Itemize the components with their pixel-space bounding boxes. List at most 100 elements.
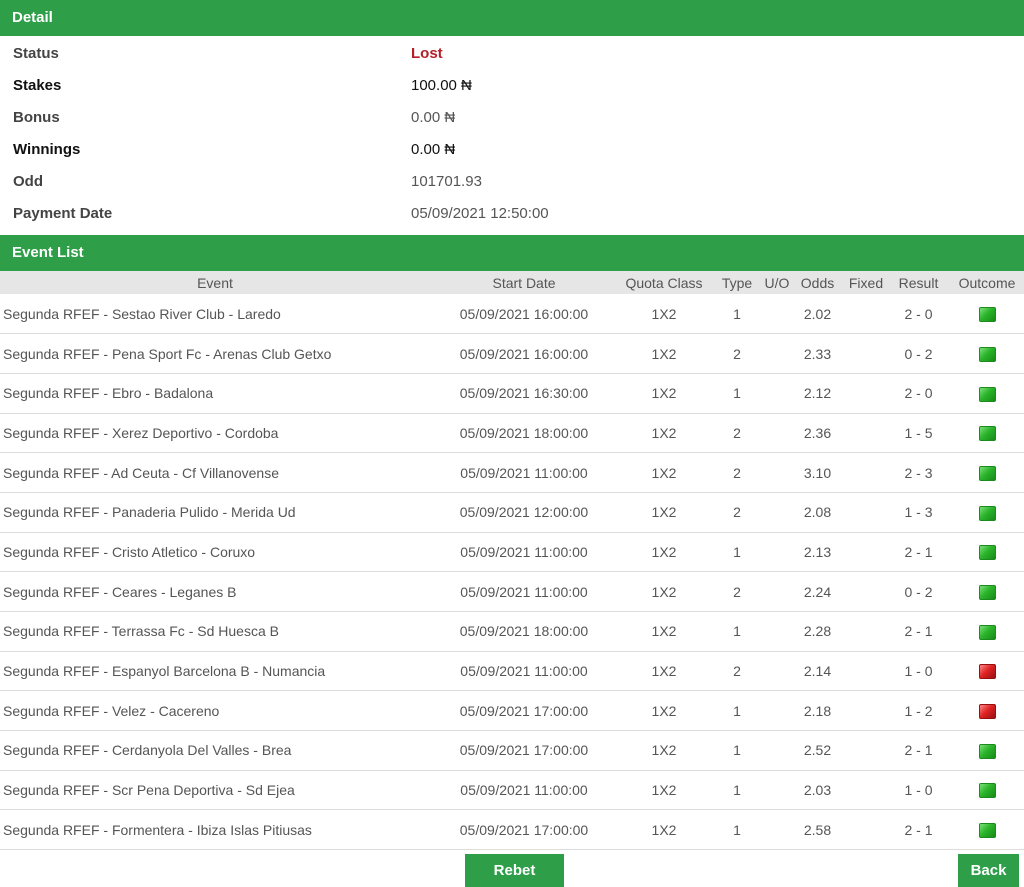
rebet-button[interactable]: Rebet: [465, 854, 564, 887]
detail-label-winnings: Winnings: [13, 140, 81, 158]
uo-cell: [764, 453, 790, 493]
fixed-cell: [845, 453, 887, 493]
result-cell: 2 - 3: [904, 464, 933, 481]
uo-cell: [764, 731, 790, 771]
start-date-cell: 05/09/2021 11:00:00: [460, 543, 588, 560]
result-cell: 2 - 1: [904, 742, 933, 759]
table-row: Segunda RFEF - Scr Pena Deportiva - Sd E…: [0, 770, 1024, 810]
detail-row-bonus: Bonus 0.00 ₦: [0, 101, 1024, 133]
outcome-cell: [950, 810, 1024, 850]
uo-cell: [764, 810, 790, 850]
quota-class-cell: 1X2: [651, 464, 677, 481]
detail-table: Status Lost Stakes 100.00 ₦ Bonus 0.00 ₦…: [0, 37, 1024, 229]
quota-class-cell: 1X2: [651, 782, 677, 799]
uo-cell: [764, 532, 790, 572]
uo-cell: [764, 492, 790, 532]
table-row: Segunda RFEF - Formentera - Ibiza Islas …: [0, 810, 1024, 850]
outcome-loss-icon: [978, 664, 996, 680]
event-list-section: Event List Event Start Date Quota Class …: [0, 235, 1024, 850]
quota-class-cell: 1X2: [651, 583, 677, 600]
outcome-win-icon: [978, 743, 996, 759]
outcome-win-icon: [978, 306, 996, 322]
event-list-header: Event List: [0, 235, 1024, 271]
event-cell: Segunda RFEF - Espanyol Barcelona B - Nu…: [3, 663, 326, 680]
start-date-cell: 05/09/2021 11:00:00: [460, 464, 588, 481]
fixed-cell: [845, 532, 887, 572]
odds-cell: 3.10: [803, 464, 832, 481]
outcome-cell: [950, 373, 1024, 413]
column-header-fixed: Fixed: [848, 274, 884, 291]
type-cell: 1: [733, 782, 741, 799]
uo-cell: [764, 294, 790, 334]
type-cell: 1: [733, 543, 741, 560]
odds-cell: 2.58: [803, 821, 832, 838]
fixed-cell: [845, 334, 887, 374]
table-row: Segunda RFEF - Ceares - Leganes B 05/09/2…: [0, 572, 1024, 612]
event-table-header-row: Event Start Date Quota Class Type U/O Od…: [0, 271, 1024, 294]
event-cell: Segunda RFEF - Panaderia Pulido - Merida…: [3, 504, 296, 521]
payment-date-value: 05/09/2021 12:50:00: [411, 204, 549, 222]
outcome-win-icon: [978, 426, 996, 442]
type-cell: 2: [733, 464, 741, 481]
result-cell: 0 - 2: [904, 345, 933, 362]
table-row: Segunda RFEF - Pena Sport Fc - Arenas Cl…: [0, 334, 1024, 374]
outcome-cell: [950, 651, 1024, 691]
fixed-cell: [845, 373, 887, 413]
start-date-cell: 05/09/2021 17:00:00: [459, 702, 589, 719]
event-cell: Segunda RFEF - Sestao River Club - Lared…: [3, 305, 281, 322]
odds-cell: 2.33: [803, 345, 832, 362]
event-table: Event Start Date Quota Class Type U/O Od…: [0, 271, 1024, 850]
back-button[interactable]: Back: [958, 854, 1019, 887]
table-row: Segunda RFEF - Ebro - Badalona 05/09/2021…: [0, 373, 1024, 414]
column-header-event: Event: [197, 274, 233, 291]
quota-class-cell: 1X2: [651, 543, 677, 560]
table-row: Segunda RFEF - Ad Ceuta - Cf Villanovens…: [0, 453, 1024, 493]
result-cell: 1 - 0: [904, 663, 933, 680]
result-cell: 1 - 5: [904, 424, 933, 441]
outcome-loss-icon: [978, 704, 996, 720]
outcome-cell: [950, 334, 1024, 374]
fixed-cell: [845, 413, 887, 453]
table-row: Segunda RFEF - Terrassa Fc - Sd Huesca B…: [0, 612, 1024, 652]
detail-section: Detail Status Lost Stakes 100.00 ₦ Bonus…: [0, 0, 1024, 235]
odd-value: 101701.93: [411, 172, 482, 190]
outcome-cell: [950, 770, 1024, 810]
start-date-cell: 05/09/2021 17:00:00: [459, 742, 589, 759]
odds-cell: 2.02: [803, 305, 832, 322]
quota-class-cell: 1X2: [651, 623, 677, 640]
start-date-cell: 05/09/2021 17:00:00: [459, 821, 589, 838]
event-cell: Segunda RFEF - Scr Pena Deportiva - Sd E…: [3, 782, 295, 799]
odds-cell: 2.28: [803, 623, 832, 640]
detail-body: Status Lost Stakes 100.00 ₦ Bonus 0.00 ₦…: [0, 36, 1024, 235]
event-cell: Segunda RFEF - Ebro - Badalona: [3, 385, 214, 402]
event-cell: Segunda RFEF - Formentera - Ibiza Islas …: [3, 821, 312, 838]
event-cell: Segunda RFEF - Xerez Deportivo - Cordoba: [3, 424, 279, 441]
outcome-win-icon: [978, 823, 996, 839]
uo-cell: [764, 691, 790, 731]
odds-cell: 2.14: [803, 663, 832, 680]
detail-row-winnings: Winnings 0.00 ₦: [0, 133, 1024, 165]
type-cell: 1: [733, 623, 741, 640]
type-cell: 1: [733, 385, 741, 402]
type-cell: 1: [733, 742, 741, 759]
event-cell: Segunda RFEF - Ceares - Leganes B: [3, 583, 237, 600]
detail-label-odd: Odd: [13, 172, 43, 190]
odds-cell: 2.52: [803, 742, 832, 759]
uo-cell: [764, 612, 790, 652]
outcome-win-icon: [978, 465, 996, 481]
event-cell: Segunda RFEF - Cristo Atletico - Coruxo: [3, 543, 256, 560]
detail-label-bonus: Bonus: [13, 108, 60, 126]
outcome-cell: [950, 413, 1024, 453]
fixed-cell: [845, 691, 887, 731]
detail-row-odd: Odd 101701.93: [0, 165, 1024, 197]
outcome-cell: [950, 294, 1024, 334]
quota-class-cell: 1X2: [651, 504, 677, 521]
start-date-cell: 05/09/2021 12:00:00: [459, 504, 589, 521]
quota-class-cell: 1X2: [651, 424, 677, 441]
type-cell: 1: [733, 821, 741, 838]
uo-cell: [764, 770, 790, 810]
odds-cell: 2.24: [803, 583, 832, 600]
start-date-cell: 05/09/2021 16:30:00: [459, 385, 589, 402]
uo-cell: [764, 651, 790, 691]
outcome-cell: [950, 731, 1024, 771]
